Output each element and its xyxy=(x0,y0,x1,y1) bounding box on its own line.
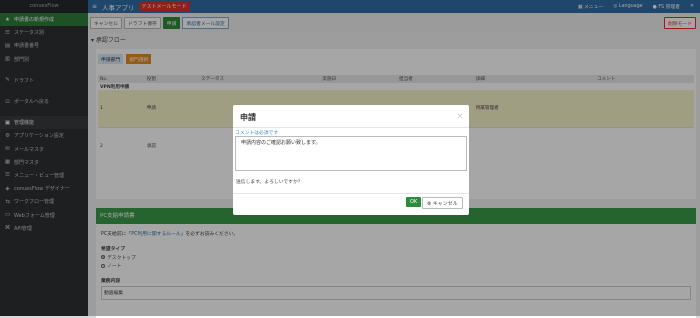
divider xyxy=(233,127,469,128)
divider xyxy=(233,193,469,194)
comment-textarea[interactable]: 申請内容のご確認お願い致します。 xyxy=(235,136,467,171)
apply-dialog: 申請 × コメントは必須です 申請内容のご確認お願い致します。 送信します。よろ… xyxy=(233,105,469,215)
confirm-message: 送信します。よろしいですか？ xyxy=(236,180,303,185)
close-icon[interactable]: × xyxy=(457,112,463,120)
dialog-title: 申請 xyxy=(240,113,256,122)
cancel-button[interactable]: ⊗ キャンセル xyxy=(422,197,463,209)
ok-button[interactable]: OK xyxy=(406,197,422,207)
comment-required-hint: コメントは必須です xyxy=(235,131,279,136)
